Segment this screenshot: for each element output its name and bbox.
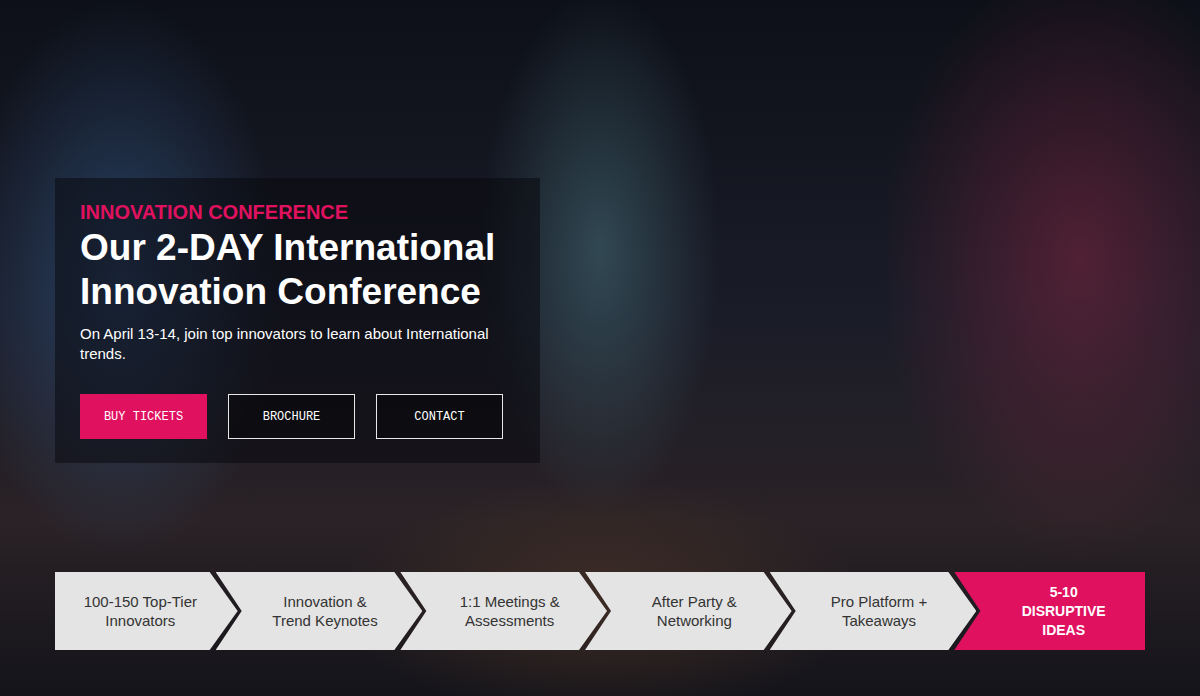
feature-label: 100-150 Top-Tier Innovators	[78, 592, 203, 630]
feature-label: Innovation & Trend Keynotes	[263, 592, 388, 630]
feature-label: 5-10 DISRUPTIVE IDEAS	[1014, 583, 1114, 640]
hero-panel: INNOVATION CONFERENCEOur 2-DAY Internati…	[55, 178, 540, 463]
cta-button[interactable]: CONTACT	[376, 394, 503, 439]
hero-subtitle: On April 13-14, join top innovators to l…	[80, 324, 515, 364]
button-row: BUY TICKETS BROCHURE CONTACT	[80, 394, 515, 439]
eyebrow: INNOVATION CONFERENCE	[80, 200, 515, 224]
feature-label: After Party & Networking	[632, 592, 757, 630]
feature-label: 1:1 Meetings & Assessments	[447, 592, 572, 630]
feature-strip: 100-150 Top-Tier Innovators Innovation & …	[55, 572, 1145, 650]
hero-photo: INNOVATION CONFERENCEOur 2-DAY Internati…	[0, 0, 1200, 696]
cta-button[interactable]: BUY TICKETS	[80, 394, 207, 439]
feature-step: Pro Platform + Takeaways	[770, 572, 977, 650]
feature-step: 5-10 DISRUPTIVE IDEAS	[954, 572, 1145, 650]
feature-step: After Party & Networking	[585, 572, 792, 650]
hero-title: Our 2-DAY International Innovation Confe…	[80, 226, 515, 314]
feature-step: Innovation & Trend Keynotes	[216, 572, 423, 650]
cta-button[interactable]: BROCHURE	[228, 394, 355, 439]
feature-step: 100-150 Top-Tier Innovators	[55, 572, 238, 650]
feature-label: Pro Platform + Takeaways	[817, 592, 942, 630]
feature-step: 1:1 Meetings & Assessments	[400, 572, 607, 650]
